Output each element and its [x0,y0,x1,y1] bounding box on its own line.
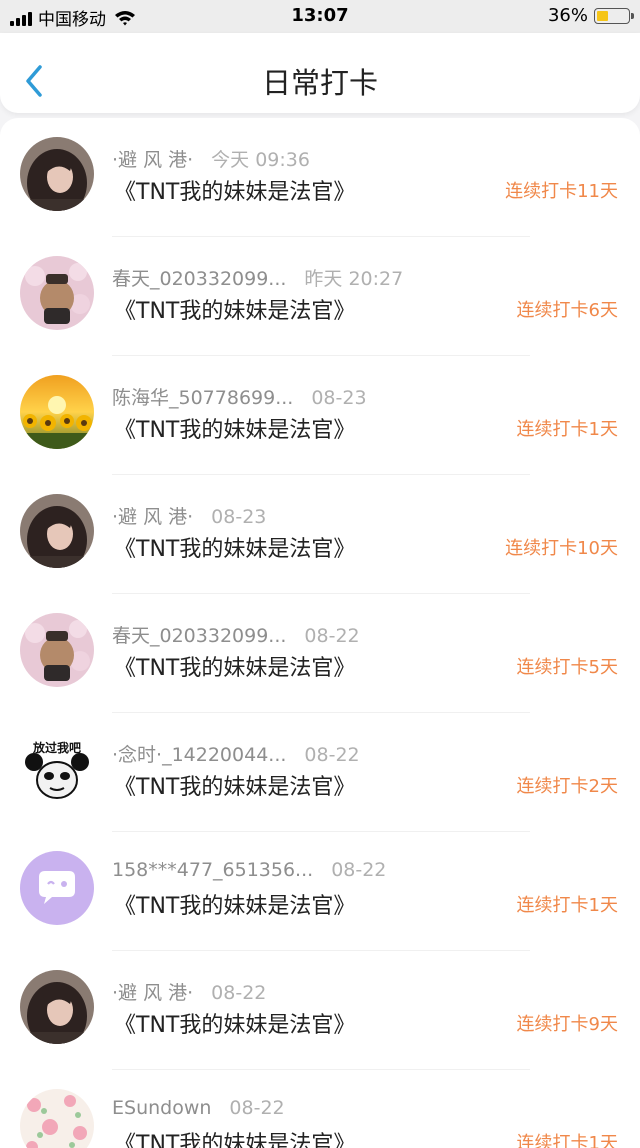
streak-label: 连续打卡1天 [516,895,618,916]
item-meta: 158***477_651356... 08-22 [112,859,386,881]
checkin-time: 今天 09:36 [211,149,310,171]
list-item[interactable]: ·避 风 港· 08-22 《TNT我的妹妹是法官》 连续打卡9天 [0,951,640,1070]
checkin-time: 昨天 20:27 [304,268,404,290]
book-title: 《TNT我的妹妹是法官》 [114,656,356,681]
list-item[interactable]: ESundown 08-22 《TNT我的妹妹是法官》 连续打卡1天 [0,1070,640,1148]
user-name[interactable]: ·避 风 港· [112,506,193,528]
book-title: 《TNT我的妹妹是法官》 [114,1132,356,1148]
item-meta: ·避 风 港· 今天 09:36 [112,145,310,172]
list-item[interactable]: 陈海华_50778699... 08-23 《TNT我的妹妹是法官》 连续打卡1天 [0,356,640,475]
user-name[interactable]: ESundown [112,1097,211,1119]
item-meta: ·念时·_14220044... 08-22 [112,740,360,767]
avatar-caption: 放过我吧 [32,741,81,755]
checkin-time: 08-22 [304,625,360,647]
avatar[interactable] [20,494,94,568]
item-meta: 春天_020332099... 08-22 [112,621,360,648]
streak-label: 连续打卡1天 [516,1133,618,1148]
checkin-time: 08-23 [211,506,267,528]
nav-bar: 日常打卡 [0,33,640,113]
avatar[interactable] [20,970,94,1044]
book-title: 《TNT我的妹妹是法官》 [114,894,356,919]
user-name[interactable]: 春天_020332099... [112,268,286,290]
avatar[interactable] [20,851,94,925]
streak-label: 连续打卡10天 [505,538,618,559]
list-item[interactable]: 放过我吧 ·念时·_14220044... 08-22 《TNT我的妹妹是法官》 连续打… [0,713,640,832]
item-meta: ESundown 08-22 [112,1097,285,1119]
user-name[interactable]: ·念时·_14220044... [112,744,286,766]
book-title: 《TNT我的妹妹是法官》 [114,180,356,205]
book-title: 《TNT我的妹妹是法官》 [114,1013,356,1038]
list-item[interactable]: ·避 风 港· 08-23 《TNT我的妹妹是法官》 连续打卡10天 [0,475,640,594]
list-item[interactable]: ·避 风 港· 今天 09:36 《TNT我的妹妹是法官》 连续打卡11天 [0,118,640,237]
book-title: 《TNT我的妹妹是法官》 [114,775,356,800]
user-name[interactable]: ·避 风 港· [112,149,193,171]
status-bar: 中国移动 13:07 36% [0,0,640,33]
book-title: 《TNT我的妹妹是法官》 [114,299,356,324]
item-meta: 春天_020332099... 昨天 20:27 [112,264,403,291]
checkin-list: ·避 风 港· 今天 09:36 《TNT我的妹妹是法官》 连续打卡11天春天_020… [0,118,640,1148]
checkin-time: 08-22 [304,744,360,766]
user-name[interactable]: 158***477_651356... [112,859,313,881]
item-meta: ·避 风 港· 08-23 [112,502,266,529]
battery-icon [594,7,634,24]
avatar[interactable] [20,256,94,330]
list-item[interactable]: 158***477_651356... 08-22 《TNT我的妹妹是法官》 连续打卡… [0,832,640,951]
user-name[interactable]: 陈海华_50778699... [112,387,293,409]
streak-label: 连续打卡2天 [516,776,618,797]
status-right: 36% [547,5,634,26]
status-time: 13:07 [291,5,349,26]
list-item[interactable]: 春天_020332099... 昨天 20:27 《TNT我的妹妹是法官》 连续打卡6… [0,237,640,356]
list-item[interactable]: 春天_020332099... 08-22 《TNT我的妹妹是法官》 连续打卡5天 [0,594,640,713]
battery-fill [597,10,608,21]
streak-label: 连续打卡9天 [516,1014,618,1035]
avatar[interactable]: 放过我吧 [20,732,94,806]
checkin-time: 08-22 [211,982,267,1004]
streak-label: 连续打卡5天 [516,657,618,678]
streak-label: 连续打卡1天 [516,419,618,440]
item-meta: ·避 风 港· 08-22 [112,978,266,1005]
avatar[interactable] [20,375,94,449]
avatar[interactable] [20,137,94,211]
page-title: 日常打卡 [261,66,378,100]
checkin-time: 08-23 [311,387,367,409]
streak-label: 连续打卡11天 [505,181,618,202]
checkin-time: 08-22 [331,859,387,881]
item-meta: 陈海华_50778699... 08-23 [112,383,367,410]
battery-percent: 36% [547,5,588,26]
book-title: 《TNT我的妹妹是法官》 [114,537,356,562]
streak-label: 连续打卡6天 [516,300,618,321]
user-name[interactable]: 春天_020332099... [112,625,286,647]
user-name[interactable]: ·避 风 港· [112,982,193,1004]
book-title: 《TNT我的妹妹是法官》 [114,418,356,443]
avatar[interactable] [20,1089,94,1148]
avatar[interactable] [20,613,94,687]
checkin-time: 08-22 [229,1097,285,1119]
